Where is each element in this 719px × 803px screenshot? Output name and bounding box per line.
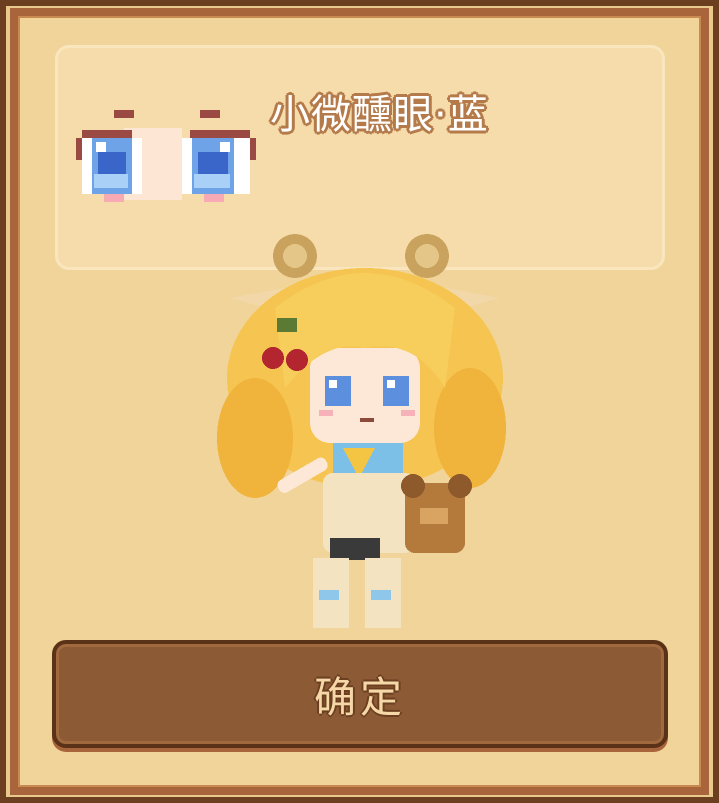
item-name: 小微醺眼·蓝 <box>270 92 489 138</box>
character-preview <box>217 234 506 628</box>
confirm-button[interactable]: 确定 <box>52 640 668 748</box>
item-preview-dialog: 小微醺眼·蓝 确定 <box>0 0 719 803</box>
blue-eyes-icon <box>76 110 256 202</box>
confirm-button-label: 确定 <box>313 672 406 722</box>
